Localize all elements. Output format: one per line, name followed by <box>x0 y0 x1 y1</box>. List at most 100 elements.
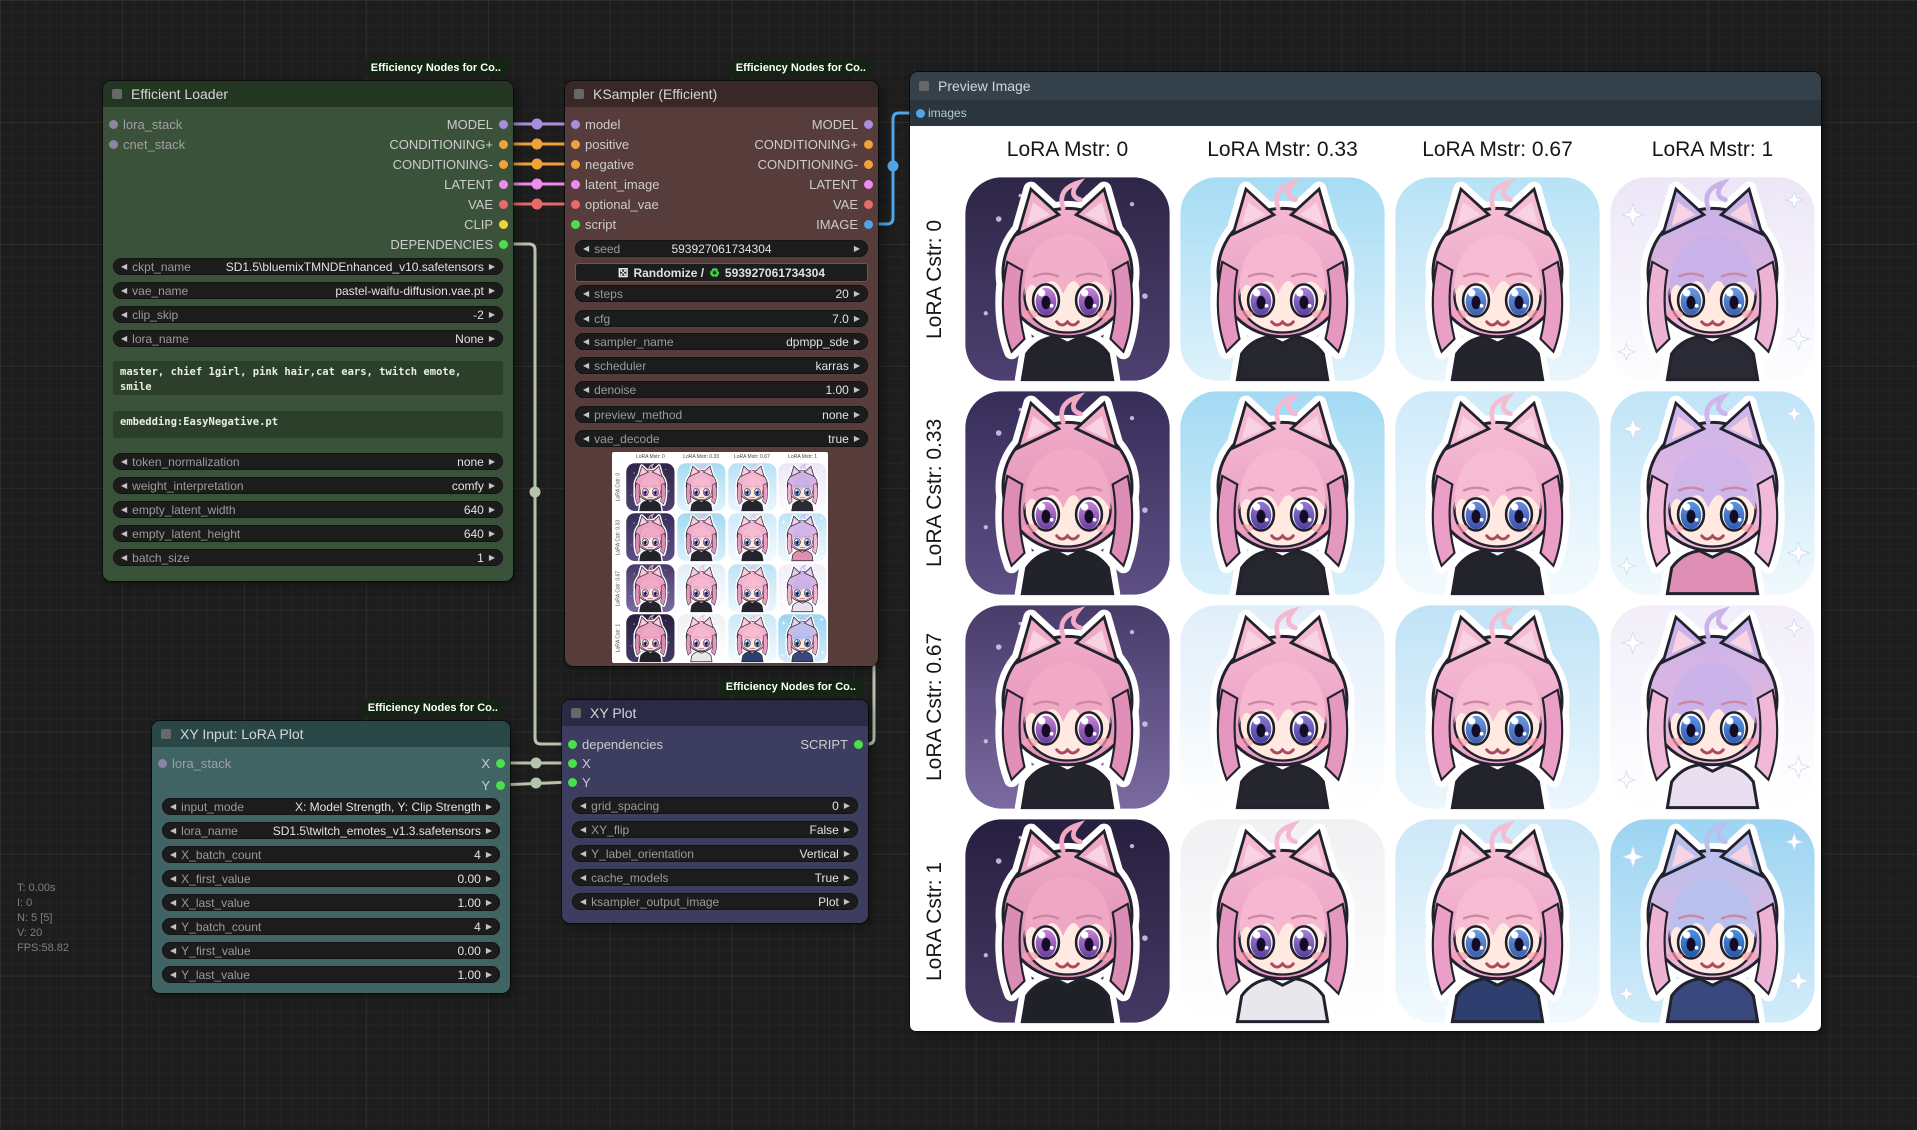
output-port-dot-CONDITIONING+[interactable] <box>499 140 508 149</box>
node-header[interactable]: Preview Image <box>910 72 1821 100</box>
node-header[interactable]: XY Input: LoRA Plot <box>152 721 510 747</box>
node-preview-image[interactable]: Preview ImageimagesLoRA Mstr: 0LoRA Cstr… <box>910 72 1821 1031</box>
widget-prev-arrow[interactable]: ◀ <box>580 873 586 882</box>
link-center-dot[interactable] <box>530 487 541 498</box>
widget-next-arrow[interactable]: ▶ <box>844 873 850 882</box>
widget-next-arrow[interactable]: ▶ <box>486 850 492 859</box>
widget-vae_decode[interactable]: ◀vae_decodetrue▶ <box>575 430 868 447</box>
widget-next-arrow[interactable]: ▶ <box>489 553 495 562</box>
widget-ksampler_output_image[interactable]: ◀ksampler_output_imagePlot▶ <box>572 893 858 910</box>
widget-prev-arrow[interactable]: ◀ <box>121 286 127 295</box>
node-ksampler-efficient[interactable]: Efficiency Nodes for Co..KSampler (Effic… <box>565 81 878 666</box>
output-port-dot-CONDITIONING+[interactable] <box>864 140 873 149</box>
widget-denoise[interactable]: ◀denoise1.00▶ <box>575 381 868 398</box>
output-port-dot-CLIP[interactable] <box>499 220 508 229</box>
widget-prev-arrow[interactable]: ◀ <box>170 898 176 907</box>
collapse-icon[interactable] <box>919 81 929 91</box>
widget-prev-arrow[interactable]: ◀ <box>580 849 586 858</box>
input-port-dot-cnet_stack[interactable] <box>109 140 118 149</box>
widget-prev-arrow[interactable]: ◀ <box>583 434 589 443</box>
widget-next-arrow[interactable]: ▶ <box>489 481 495 490</box>
link-center-dot[interactable] <box>532 179 543 190</box>
widget-prev-arrow[interactable]: ◀ <box>170 970 176 979</box>
widget-prev-arrow[interactable]: ◀ <box>583 361 589 370</box>
widget-next-arrow[interactable]: ▶ <box>489 310 495 319</box>
input-port-dot-Y[interactable] <box>568 778 577 787</box>
widget-prev-arrow[interactable]: ◀ <box>580 801 586 810</box>
widget-input_mode[interactable]: ◀input_modeX: Model Strength, Y: Clip St… <box>162 798 500 815</box>
collapse-icon[interactable] <box>571 708 581 718</box>
link-center-dot[interactable] <box>531 758 542 769</box>
widget-prev-arrow[interactable]: ◀ <box>121 262 127 271</box>
widget-batch_size[interactable]: ◀batch_size1▶ <box>113 549 503 566</box>
widget-empty_latent_height[interactable]: ◀empty_latent_height640▶ <box>113 525 503 542</box>
output-port-dot-IMAGE[interactable] <box>864 220 873 229</box>
widget-next-arrow[interactable]: ▶ <box>854 289 860 298</box>
widget-Y_batch_count[interactable]: ◀Y_batch_count4▶ <box>162 918 500 935</box>
input-port-dot-negative[interactable] <box>571 160 580 169</box>
widget-next-arrow[interactable]: ▶ <box>844 849 850 858</box>
output-port-dot-X[interactable] <box>496 759 505 768</box>
widget-next-arrow[interactable]: ▶ <box>486 802 492 811</box>
widget-preview_method[interactable]: ◀preview_methodnone▶ <box>575 406 868 423</box>
input-port-dot-X[interactable] <box>568 759 577 768</box>
prompt-textbox[interactable]: master, chief 1girl, pink hair,cat ears,… <box>113 361 503 395</box>
widget-next-arrow[interactable]: ▶ <box>486 826 492 835</box>
widget-steps[interactable]: ◀steps20▶ <box>575 285 868 302</box>
widget-next-arrow[interactable]: ▶ <box>489 286 495 295</box>
widget-next-arrow[interactable]: ▶ <box>489 334 495 343</box>
widget-prev-arrow[interactable]: ◀ <box>121 529 127 538</box>
link-center-dot[interactable] <box>532 119 543 130</box>
widget-next-arrow[interactable]: ▶ <box>486 946 492 955</box>
input-port-dot-images[interactable] <box>916 109 925 118</box>
input-port-dot-script[interactable] <box>571 220 580 229</box>
widget-prev-arrow[interactable]: ◀ <box>583 289 589 298</box>
widget-next-arrow[interactable]: ▶ <box>486 898 492 907</box>
widget-sampler_name[interactable]: ◀sampler_namedpmpp_sde▶ <box>575 333 868 350</box>
widget-next-arrow[interactable]: ▶ <box>844 897 850 906</box>
node-header[interactable]: Efficient Loader <box>103 81 513 107</box>
widget-prev-arrow[interactable]: ◀ <box>583 410 589 419</box>
widget-vae_name[interactable]: ◀vae_namepastel-waifu-diffusion.vae.pt▶ <box>113 282 503 299</box>
widget-prev-arrow[interactable]: ◀ <box>121 505 127 514</box>
widget-next-arrow[interactable]: ▶ <box>854 385 860 394</box>
widget-prev-arrow[interactable]: ◀ <box>121 481 127 490</box>
node-xy-input-lora-plot[interactable]: Efficiency Nodes for Co..XY Input: LoRA … <box>152 721 510 993</box>
output-port-dot-SCRIPT[interactable] <box>854 740 863 749</box>
widget-prev-arrow[interactable]: ◀ <box>583 385 589 394</box>
widget-next-arrow[interactable]: ▶ <box>486 970 492 979</box>
output-port-dot-MODEL[interactable] <box>864 120 873 129</box>
widget-X_first_value[interactable]: ◀X_first_value0.00▶ <box>162 870 500 887</box>
link-center-dot[interactable] <box>532 139 543 150</box>
link-center-dot[interactable] <box>532 199 543 210</box>
widget-next-arrow[interactable]: ▶ <box>486 922 492 931</box>
output-port-dot-CONDITIONING-[interactable] <box>864 160 873 169</box>
widget-prev-arrow[interactable]: ◀ <box>583 337 589 346</box>
widget-next-arrow[interactable]: ▶ <box>854 410 860 419</box>
widget-lora_name[interactable]: ◀lora_nameSD1.5\twitch_emotes_v1.3.safet… <box>162 822 500 839</box>
widget-token_normalization[interactable]: ◀token_normalizationnone▶ <box>113 453 503 470</box>
input-port-dot-latent_image[interactable] <box>571 180 580 189</box>
widget-cache_models[interactable]: ◀cache_modelsTrue▶ <box>572 869 858 886</box>
widget-ckpt_name[interactable]: ◀ckpt_nameSD1.5\bluemixTMNDEnhanced_v10.… <box>113 258 503 275</box>
link-center-dot[interactable] <box>888 161 899 172</box>
input-port-dot-lora_stack[interactable] <box>158 759 167 768</box>
widget-seed[interactable]: ◀seed593927061734304▶ <box>575 240 868 257</box>
input-port-dot-lora_stack[interactable] <box>109 120 118 129</box>
output-port-dot-Y[interactable] <box>496 781 505 790</box>
widget-next-arrow[interactable]: ▶ <box>489 457 495 466</box>
input-port-dot-model[interactable] <box>571 120 580 129</box>
widget-prev-arrow[interactable]: ◀ <box>121 334 127 343</box>
widget-X_last_value[interactable]: ◀X_last_value1.00▶ <box>162 894 500 911</box>
widget-weight_interpretation[interactable]: ◀weight_interpretationcomfy▶ <box>113 477 503 494</box>
output-port-dot-LATENT[interactable] <box>499 180 508 189</box>
output-port-dot-VAE[interactable] <box>499 200 508 209</box>
widget-scheduler[interactable]: ◀schedulerkarras▶ <box>575 357 868 374</box>
output-port-dot-DEPENDENCIES[interactable] <box>499 240 508 249</box>
widget-prev-arrow[interactable]: ◀ <box>583 314 589 323</box>
widget-prev-arrow[interactable]: ◀ <box>121 553 127 562</box>
widget-next-arrow[interactable]: ▶ <box>844 825 850 834</box>
widget-next-arrow[interactable]: ▶ <box>486 874 492 883</box>
randomize-seed-button[interactable]: ⚄Randomize /♻593927061734304 <box>575 263 868 282</box>
widget-next-arrow[interactable]: ▶ <box>489 262 495 271</box>
